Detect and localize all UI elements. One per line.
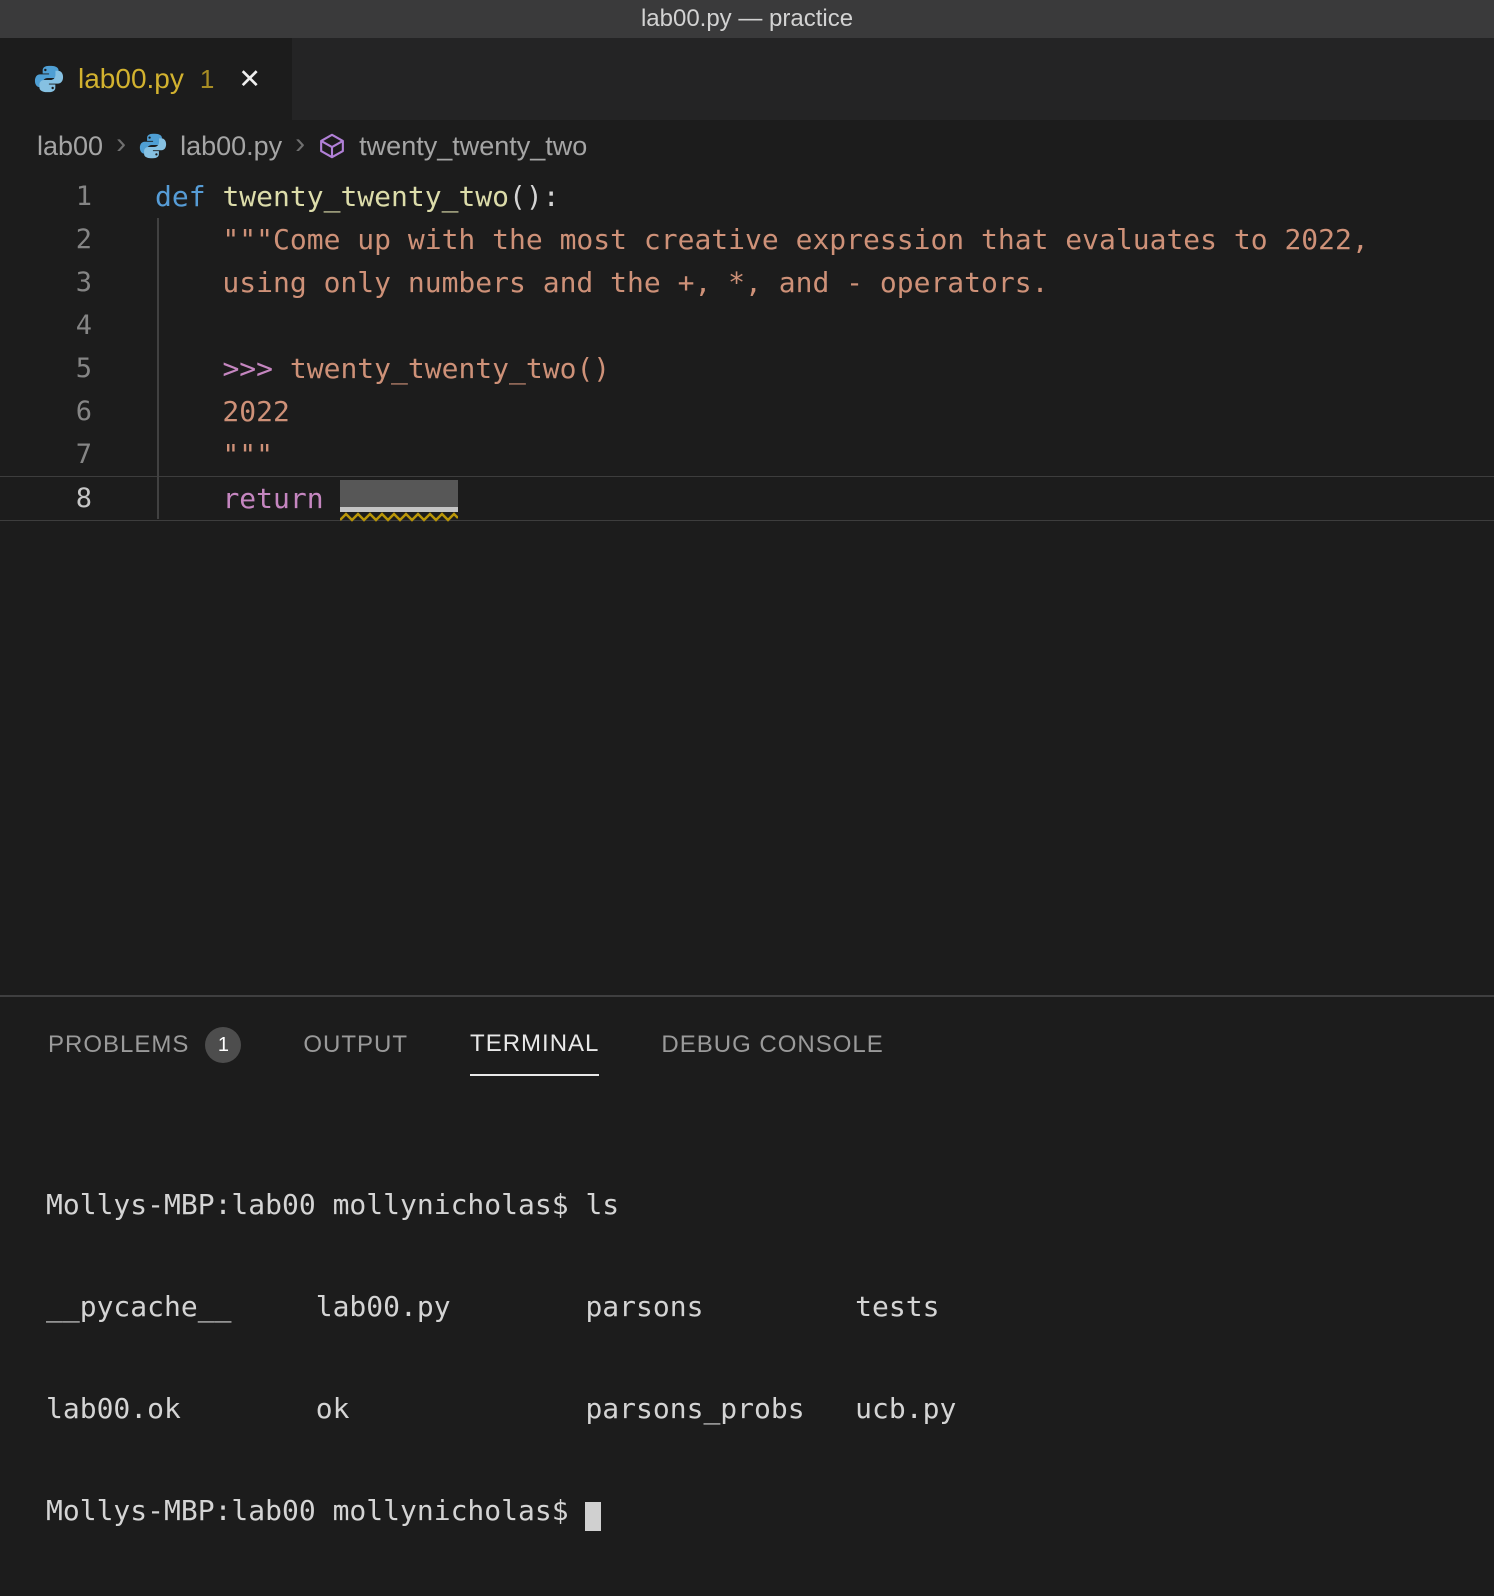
chevron-right-icon: › bbox=[295, 127, 305, 161]
breadcrumb-symbol[interactable]: twenty_twenty_two bbox=[359, 131, 587, 162]
terminal-line: Mollys-MBP:lab00 mollynicholas$ bbox=[46, 1494, 1494, 1528]
code-text[interactable]: return bbox=[155, 477, 458, 520]
line-number[interactable]: 5 bbox=[0, 353, 92, 384]
terminal-line: lab00.ok ok parsons_probs ucb.py bbox=[46, 1392, 1494, 1426]
tab-lab00py[interactable]: lab00.py 1 ✕ bbox=[0, 38, 292, 120]
problems-count-badge: 1 bbox=[205, 1027, 241, 1063]
breadcrumb-file[interactable]: lab00.py bbox=[180, 131, 282, 162]
bottom-panel: PROBLEMS 1 OUTPUT TERMINAL DEBUG CONSOLE… bbox=[0, 995, 1494, 1352]
line-number[interactable]: 2 bbox=[0, 224, 92, 255]
warning-squiggle-icon bbox=[340, 512, 458, 522]
python-icon bbox=[139, 132, 167, 160]
code-line-7: 7 """ bbox=[0, 433, 1494, 476]
code-text[interactable]: using only numbers and the +, *, and - o… bbox=[155, 261, 1048, 304]
title-bar: lab00.py — practice bbox=[0, 0, 1494, 38]
terminal[interactable]: Mollys-MBP:lab00 mollynicholas$ ls __pyc… bbox=[46, 1120, 1494, 1596]
chevron-right-icon: › bbox=[116, 127, 126, 161]
tab-debug-console[interactable]: DEBUG CONSOLE bbox=[661, 1027, 883, 1076]
code-line-1: 1 def twenty_twenty_two(): bbox=[0, 175, 1494, 218]
selected-whitespace bbox=[340, 480, 458, 512]
tab-bar: lab00.py 1 ✕ bbox=[0, 38, 1494, 120]
breadcrumb: lab00 › lab00.py › twenty_twenty_two bbox=[0, 120, 1494, 172]
breadcrumb-folder[interactable]: lab00 bbox=[37, 131, 103, 162]
code-line-6: 6 2022 bbox=[0, 390, 1494, 433]
code-text[interactable]: def twenty_twenty_two(): bbox=[155, 175, 560, 218]
code-line-8-current: 8 return bbox=[0, 476, 1494, 521]
code-text[interactable]: >>> twenty_twenty_two() bbox=[155, 347, 610, 390]
code-line-5: 5 >>> twenty_twenty_two() bbox=[0, 347, 1494, 390]
editor[interactable]: 1 def twenty_twenty_two(): 2 """Come up … bbox=[0, 172, 1494, 995]
tab-output[interactable]: OUTPUT bbox=[303, 1027, 408, 1076]
terminal-line: Mollys-MBP:lab00 mollynicholas$ ls bbox=[46, 1188, 1494, 1222]
tab-file-name: lab00.py bbox=[78, 63, 184, 95]
code-line-3: 3 using only numbers and the +, *, and -… bbox=[0, 261, 1494, 304]
line-number[interactable]: 1 bbox=[0, 181, 92, 212]
line-number[interactable]: 7 bbox=[0, 439, 92, 470]
tab-problems[interactable]: PROBLEMS 1 bbox=[48, 1027, 241, 1076]
panel-tab-bar: PROBLEMS 1 OUTPUT TERMINAL DEBUG CONSOLE bbox=[0, 997, 1494, 1076]
indent-guide bbox=[157, 218, 159, 519]
code-text[interactable]: """Come up with the most creative expres… bbox=[155, 218, 1369, 261]
code-text[interactable]: """ bbox=[155, 433, 273, 476]
line-number[interactable]: 3 bbox=[0, 267, 92, 298]
code-line-2: 2 """Come up with the most creative expr… bbox=[0, 218, 1494, 261]
code-text[interactable]: 2022 bbox=[155, 390, 290, 433]
tab-terminal[interactable]: TERMINAL bbox=[470, 1027, 599, 1076]
line-number[interactable]: 4 bbox=[0, 310, 92, 341]
close-icon[interactable]: ✕ bbox=[238, 66, 261, 93]
terminal-line: __pycache__ lab00.py parsons tests bbox=[46, 1290, 1494, 1324]
symbol-cube-icon bbox=[318, 132, 346, 160]
selection-highlight bbox=[340, 477, 458, 519]
line-number[interactable]: 8 bbox=[0, 483, 92, 514]
python-icon bbox=[34, 64, 64, 94]
line-number[interactable]: 6 bbox=[0, 396, 92, 427]
code-line-4: 4 bbox=[0, 304, 1494, 347]
tab-problems-count: 1 bbox=[200, 64, 214, 95]
terminal-cursor bbox=[585, 1502, 601, 1531]
window-title: lab00.py — practice bbox=[641, 5, 853, 33]
